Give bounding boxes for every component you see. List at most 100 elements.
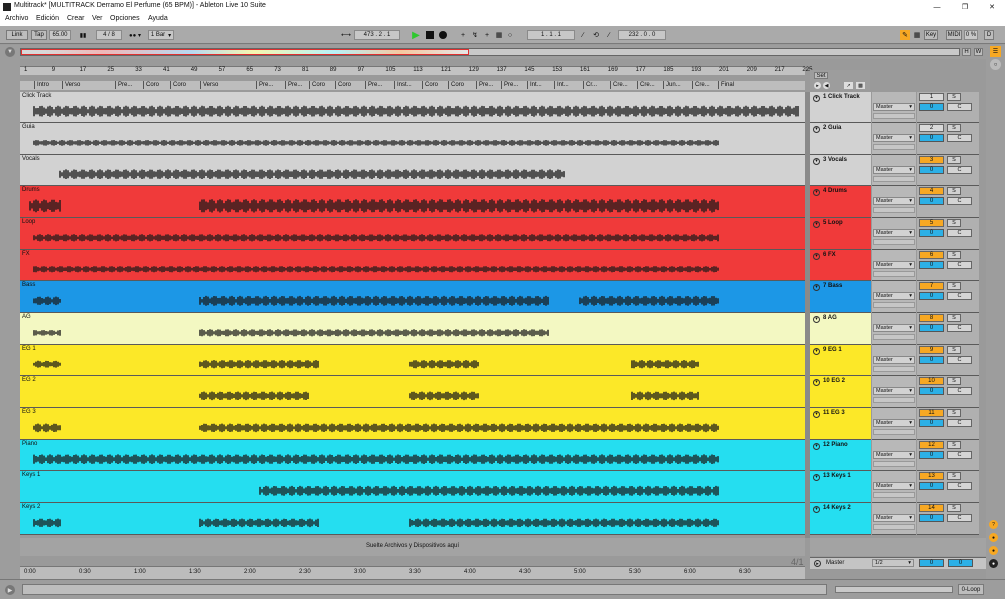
locator-marker[interactable]: Pre... bbox=[285, 81, 308, 89]
menu-crear[interactable]: Crear bbox=[67, 15, 85, 22]
solo-button[interactable]: S bbox=[947, 124, 961, 132]
track-name[interactable]: 14 Keys 2 bbox=[823, 505, 851, 511]
output-channel-select[interactable] bbox=[873, 302, 915, 308]
solo-button[interactable]: S bbox=[947, 377, 961, 385]
track-name[interactable]: 2 Guia bbox=[823, 125, 841, 131]
track-lane[interactable]: EG 3 bbox=[20, 408, 805, 440]
volume-field[interactable]: 0 bbox=[919, 197, 944, 205]
drop-area[interactable]: Suelte Archivos y Dispositivos aquí bbox=[20, 538, 805, 556]
track-header[interactable]: ▾ 8 AG bbox=[810, 313, 871, 345]
track-name[interactable]: 1 Click Track bbox=[823, 94, 860, 100]
locator-marker[interactable]: Pre... bbox=[476, 81, 500, 89]
locator-marker[interactable]: Pre... bbox=[501, 81, 526, 89]
volume-field[interactable]: 0 bbox=[919, 229, 944, 237]
nudge-icon[interactable]: ▮▮ bbox=[74, 30, 92, 40]
zoom-h-button[interactable]: H bbox=[962, 48, 971, 56]
output-channel-select[interactable] bbox=[873, 429, 915, 435]
solo-button[interactable]: S bbox=[947, 472, 961, 480]
master-cue[interactable]: 0 bbox=[948, 559, 973, 567]
volume-field[interactable]: 0 bbox=[919, 103, 944, 111]
fold-icon[interactable]: ▾ bbox=[813, 316, 820, 323]
punch-out-icon[interactable]: ∕ bbox=[604, 30, 614, 40]
locator-marker[interactable]: Pre... bbox=[256, 81, 284, 89]
audio-clip[interactable] bbox=[33, 266, 719, 273]
track-activator[interactable]: 6 bbox=[919, 251, 944, 259]
cue-button[interactable]: C bbox=[947, 451, 972, 459]
track-delay-icon[interactable]: ▩ bbox=[856, 82, 865, 89]
track-header[interactable]: ▾ 12 Piano bbox=[810, 440, 871, 471]
cue-button[interactable]: C bbox=[947, 166, 972, 174]
tap-button[interactable]: Tap bbox=[31, 30, 47, 40]
output-channel-select[interactable] bbox=[873, 176, 915, 182]
audio-clip[interactable] bbox=[409, 360, 479, 369]
track-activator[interactable]: 13 bbox=[919, 472, 944, 480]
solo-button[interactable]: S bbox=[947, 441, 961, 449]
track-header[interactable]: ▾ 6 FX bbox=[810, 250, 871, 281]
output-select[interactable]: Master ▾ bbox=[873, 451, 915, 459]
cue-button[interactable]: C bbox=[947, 387, 972, 395]
fold-icon[interactable]: ▾ bbox=[813, 95, 820, 102]
output-select[interactable]: Master ▾ bbox=[873, 292, 915, 300]
audio-clip[interactable] bbox=[199, 518, 319, 528]
cue-button[interactable]: C bbox=[947, 356, 972, 364]
track-header[interactable]: ▾ 11 EG 3 bbox=[810, 408, 871, 440]
punch-in-icon[interactable]: ∕ bbox=[578, 30, 588, 40]
solo-button[interactable]: S bbox=[947, 219, 961, 227]
output-select[interactable]: Master ▾ bbox=[873, 197, 915, 205]
output-channel-select[interactable] bbox=[873, 239, 915, 245]
track-lane[interactable]: EG 2 bbox=[20, 376, 805, 408]
menu-ayuda[interactable]: Ayuda bbox=[148, 15, 168, 22]
clip-toggle-icon[interactable]: ● bbox=[989, 546, 998, 555]
output-channel-select[interactable] bbox=[873, 366, 915, 372]
volume-field[interactable]: 0 bbox=[919, 387, 944, 395]
track-name[interactable]: 6 FX bbox=[823, 252, 836, 258]
locator-marker[interactable]: Pre... bbox=[365, 81, 393, 89]
track-activator[interactable]: 12 bbox=[919, 441, 944, 449]
automation-arm-icon[interactable]: ↯ bbox=[470, 30, 480, 40]
back-to-arrangement-icon[interactable]: ▸ bbox=[814, 82, 821, 89]
solo-button[interactable]: S bbox=[947, 346, 961, 354]
locator-marker[interactable]: Int... bbox=[554, 81, 582, 89]
record-icon[interactable] bbox=[437, 29, 449, 41]
locator-marker[interactable]: Cre... bbox=[637, 81, 662, 89]
arrangement-lanes[interactable]: Click Track Guia Vocals Drums Loop FX Bass AG EG… bbox=[20, 92, 805, 538]
fold-icon[interactable]: ▾ bbox=[813, 189, 820, 196]
track-activator[interactable]: 5 bbox=[919, 219, 944, 227]
track-activator[interactable]: 9 bbox=[919, 346, 944, 354]
output-channel-select[interactable] bbox=[873, 492, 915, 498]
audio-clip[interactable] bbox=[199, 391, 309, 401]
track-lane[interactable]: Vocals bbox=[20, 155, 805, 186]
loop-length-field[interactable]: 232 . 0 . 0 bbox=[618, 30, 666, 40]
arrangement-vscroll[interactable] bbox=[805, 92, 810, 538]
volume-field[interactable]: 0 bbox=[919, 292, 944, 300]
fold-icon[interactable]: ▾ bbox=[813, 506, 820, 513]
fold-icon[interactable]: ▾ bbox=[813, 126, 820, 133]
track-activator[interactable]: 2 bbox=[919, 124, 944, 132]
output-select[interactable]: Master ▾ bbox=[873, 387, 915, 395]
solo-button[interactable]: S bbox=[947, 314, 961, 322]
locator-marker[interactable]: Final bbox=[718, 81, 799, 89]
output-select[interactable]: Master ▾ bbox=[873, 324, 915, 332]
loop-switch-icon[interactable]: ⟲ bbox=[590, 30, 602, 40]
output-channel-select[interactable] bbox=[873, 397, 915, 403]
punch-icon[interactable]: ○ bbox=[505, 30, 515, 40]
locator-marker[interactable]: Coro bbox=[143, 81, 169, 89]
track-activator[interactable]: 1 bbox=[919, 93, 944, 101]
track-lane[interactable]: AG bbox=[20, 313, 805, 345]
volume-field[interactable]: 0 bbox=[919, 514, 944, 522]
master-fold-icon[interactable]: ▸ bbox=[814, 560, 821, 567]
track-name[interactable]: 5 Loop bbox=[823, 220, 843, 226]
solo-button[interactable]: S bbox=[947, 282, 961, 290]
audio-clip[interactable] bbox=[33, 234, 719, 242]
solo-button[interactable]: S bbox=[947, 251, 961, 259]
cue-button[interactable]: C bbox=[947, 292, 972, 300]
fold-icon[interactable]: ▾ bbox=[813, 348, 820, 355]
locator-marker[interactable]: Coro bbox=[170, 81, 199, 89]
audio-clip[interactable] bbox=[199, 295, 549, 306]
track-lane[interactable]: Keys 1 bbox=[20, 471, 805, 503]
menu-opciones[interactable]: Opciones bbox=[110, 15, 140, 22]
overview-toggle-icon[interactable]: ▼ bbox=[5, 47, 15, 57]
audio-clip[interactable] bbox=[199, 329, 549, 337]
locator-marker[interactable]: Coro bbox=[422, 81, 447, 89]
loop-start-field[interactable]: 1 . 1 . 1 bbox=[527, 30, 575, 40]
